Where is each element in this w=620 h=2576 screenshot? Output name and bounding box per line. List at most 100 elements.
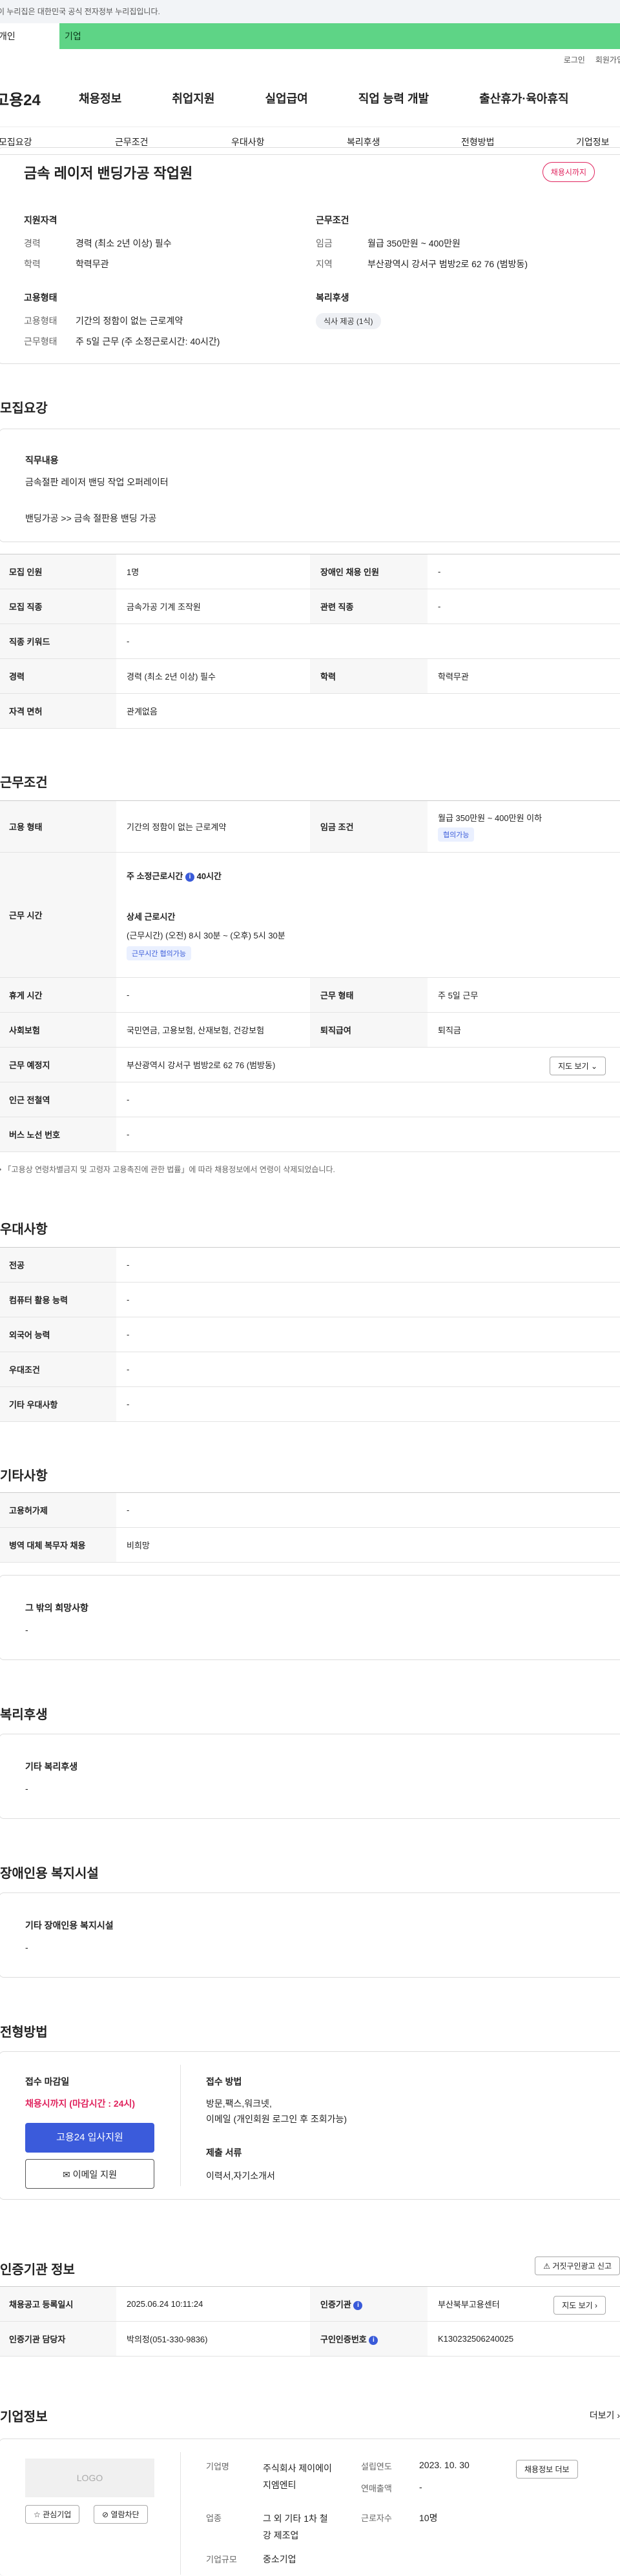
- block-button[interactable]: ⊘ 열람차단: [94, 2505, 148, 2524]
- subnav-company[interactable]: 기업정보: [576, 136, 610, 148]
- industry-label: 업종: [206, 2513, 222, 2523]
- report-button[interactable]: ⚠ 거짓구인광고 신고: [535, 2257, 620, 2275]
- favorite-button[interactable]: ☆ 관심기업: [25, 2505, 80, 2524]
- tab-person[interactable]: 개인: [0, 23, 59, 49]
- map-button[interactable]: 지도 보기 ⌄: [550, 1057, 606, 1075]
- cell-value: -: [428, 589, 620, 624]
- cell-label: 버스 노선 번호: [0, 1117, 116, 1152]
- recruit-heading: 모집요강: [0, 401, 48, 416]
- cell-label: 사회보험: [0, 1012, 116, 1048]
- method-heading: 접수 방법: [206, 2076, 242, 2087]
- table-row: 사회보험 국민연금, 고용보험, 산재보험, 건강보험 퇴직급여 퇴직금: [0, 1012, 620, 1048]
- map-button-label: 지도 보기: [558, 1062, 589, 1071]
- emptype-label: 고용형태: [24, 316, 57, 326]
- subnav-process[interactable]: 전형방법: [461, 136, 495, 148]
- table-row: 고용 형태 기간의 정함이 없는 근로계약 임금 조건 월급 350만원 ~ 400만…: [0, 800, 620, 853]
- jobs-more-button[interactable]: 채용정보 더보: [516, 2460, 578, 2479]
- worktype-value: 주 5일 근무 (주 소정근로시간: 40시간): [76, 336, 220, 347]
- info-icon[interactable]: i: [185, 872, 194, 882]
- cell-value: 월급 350만원 ~ 400만원 이하: [438, 813, 542, 823]
- disabled-card: 기타 장애인용 복지시설 -: [0, 1892, 620, 1978]
- company-more-link[interactable]: 더보기 ›: [590, 2409, 620, 2422]
- gov-notice: 이 누리집은 대한민국 공식 전자정부 누리집입니다.: [0, 7, 160, 16]
- pref-table: 전공 - 컴퓨터 활용 능력 - 외국어 능력 - 우대조건 - 기타 우대사항 -: [0, 1247, 620, 1422]
- cell-value: -: [116, 1247, 620, 1283]
- cell-label: 근무 시간: [0, 852, 116, 978]
- gnb-training[interactable]: 직업 능력 개발: [358, 90, 429, 106]
- cell-value: -: [116, 1117, 620, 1152]
- cell-label: 경력: [0, 658, 116, 694]
- cell-label: 컴퓨터 활용 능력: [0, 1282, 116, 1317]
- subnav-preference[interactable]: 우대사항: [231, 136, 265, 148]
- subnav-welfare[interactable]: 복리후생: [347, 136, 380, 148]
- name-value: 주식회사 제이에이지엠엔티: [263, 2463, 332, 2490]
- subnav-conditions[interactable]: 근무조건: [115, 136, 149, 148]
- etc-other-value: -: [25, 1625, 28, 1635]
- etc-other-heading: 그 밖의 희망사항: [25, 1603, 88, 1613]
- cell-value: 퇴직금: [428, 1012, 620, 1048]
- deadline-value: 채용시까지 (마감시간 : 24시): [25, 2098, 136, 2109]
- email-apply-button[interactable]: ✉ 이메일 지원: [25, 2159, 154, 2189]
- pref-heading: 우대사항: [0, 1222, 48, 1237]
- etc-table: 고용허가제 - 병역 대체 복무자 채용 비희망: [0, 1492, 620, 1563]
- size-value: 중소기업: [263, 2554, 296, 2564]
- cell-label: 우대조건: [0, 1352, 116, 1387]
- welfare-other-value: -: [25, 1783, 28, 1794]
- login-link[interactable]: 로그인: [564, 54, 585, 65]
- cell-value: 관계없음: [116, 693, 620, 729]
- etc-heading: 기타사항: [0, 1469, 48, 1483]
- etc-other-card: 그 밖의 희망사항 -: [0, 1575, 620, 1660]
- subnav-recruit[interactable]: 모집요강: [0, 136, 32, 148]
- table-row: 채용공고 등록일시 2025.06.24 10:11:24 인증기관 i 부산북부고용…: [0, 2286, 620, 2322]
- table-row: 컴퓨터 활용 능력 -: [0, 1282, 620, 1317]
- gnb-leave[interactable]: 출산휴가·육아휴직: [479, 90, 568, 106]
- disabled-heading: 장애인용 복지시설: [0, 1867, 99, 1881]
- docs-value: 이력서,자기소개서: [206, 2171, 275, 2181]
- cell-label: 전공: [0, 1247, 116, 1283]
- table-row: 인근 전철역 -: [0, 1082, 620, 1117]
- duty-line-2: 밴딩가공 >> 금속 절판용 밴딩 가공: [25, 513, 157, 523]
- info-icon[interactable]: i: [369, 2335, 378, 2345]
- age-note-text: 「고용상 연령차별금지 및 고령자 고용촉진에 관한 법률」에 따라 채용정보에…: [3, 1165, 335, 1174]
- cell-label: 인증기관 i: [310, 2286, 428, 2322]
- process-card: 접수 마감일 채용시까지 (마감시간 : 24시) 고용24 입사지원 ✉ 이메…: [0, 2051, 620, 2200]
- cell-label: 근무 형태: [310, 977, 428, 1013]
- worktype-label: 근무형태: [24, 336, 57, 347]
- tab-company[interactable]: 기업: [59, 23, 620, 49]
- company-logo: LOGO: [25, 2459, 154, 2497]
- duty-card: 직무내용 금속절판 레이저 밴딩 작업 오퍼레이터 밴딩가공 >> 금속 절판용…: [0, 429, 620, 542]
- founded-value: 2023. 10. 30: [419, 2460, 470, 2470]
- table-row: 병역 대체 복무자 채용 비희망: [0, 1527, 620, 1563]
- table-row: 전공 -: [0, 1247, 620, 1283]
- method-value-1: 방문,팩스,워크넷,: [206, 2098, 272, 2109]
- emp-heading: 고용형태: [24, 292, 57, 303]
- info-icon[interactable]: i: [353, 2300, 363, 2310]
- site-logo[interactable]: 고용24: [0, 87, 41, 110]
- table-row: 자격 면허 관계없음: [0, 693, 620, 729]
- conditions-heading: 근무조건: [0, 776, 48, 790]
- cell-label: 외국어 능력: [0, 1317, 116, 1352]
- founded-label: 설립연도: [361, 2462, 392, 2471]
- agency-map-button[interactable]: 지도 보기 ›: [553, 2296, 606, 2315]
- cell-value: -: [116, 1386, 620, 1422]
- region-value: 부산광역시 강서구 범방2로 62 76 (범방동): [367, 259, 528, 269]
- name-label: 기업명: [206, 2462, 229, 2471]
- cell-value: 2025.06.24 10:11:24: [116, 2286, 310, 2322]
- gnb-unemployment[interactable]: 실업급여: [265, 90, 308, 106]
- apply-button[interactable]: 고용24 입사지원: [25, 2123, 154, 2153]
- method-value-2: 이메일 (개인회원 로그인 후 조회가능): [206, 2114, 347, 2124]
- gnb-jobs[interactable]: 채용정보: [79, 90, 121, 106]
- gnb-employment-support[interactable]: 취업지원: [172, 90, 214, 106]
- welfare-card: 기타 복리후생 -: [0, 1734, 620, 1819]
- emptype-value: 기간의 정함이 없는 근로계약: [76, 316, 183, 326]
- cell-label: 기타 우대사항: [0, 1386, 116, 1422]
- join-link[interactable]: 회원가입: [595, 54, 620, 65]
- table-row: 고용허가제 -: [0, 1492, 620, 1528]
- fav-label: 관심기업: [43, 2510, 72, 2519]
- conditions-table: 고용 형태 기간의 정함이 없는 근로계약 임금 조건 월급 350만원 ~ 400만…: [0, 800, 620, 1152]
- employees-label: 근로자수: [361, 2513, 392, 2523]
- table-row: 우대조건 -: [0, 1352, 620, 1387]
- duty-heading: 직무내용: [25, 455, 59, 465]
- duty-line-1: 금속절판 레이저 밴딩 작업 오퍼레이터: [25, 477, 169, 487]
- agency-heading: 인증기관 정보: [0, 2263, 75, 2277]
